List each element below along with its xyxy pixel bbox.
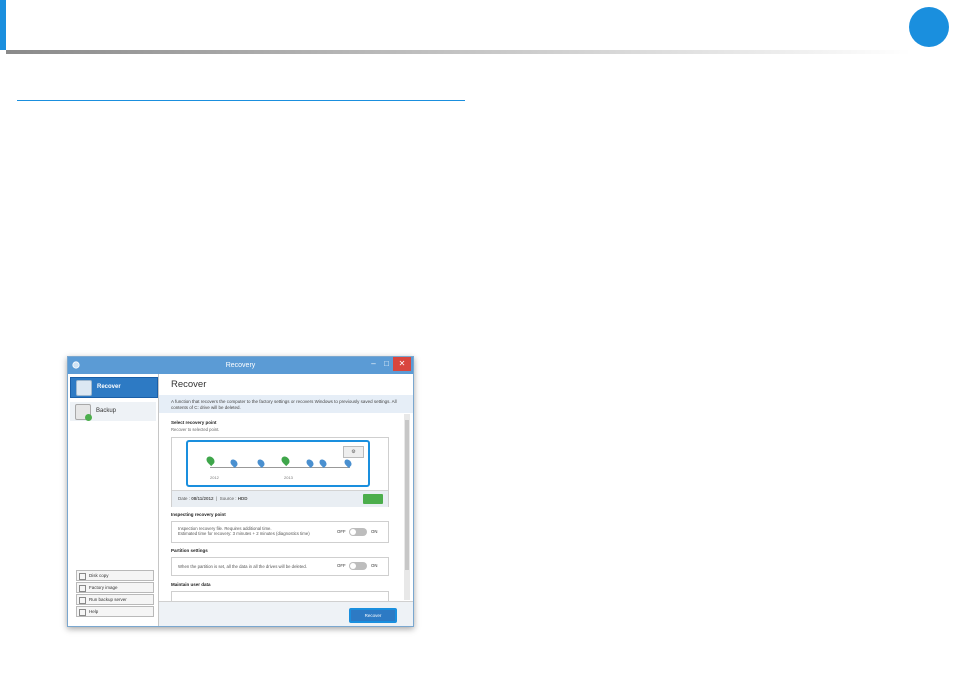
date-info: Date : 08/11/2012 | Source : HDD (178, 496, 248, 501)
inspecting-description: Inspection recovery file. Requires addit… (178, 526, 338, 536)
disk-copy-button[interactable]: Disk copy (76, 570, 154, 581)
inspecting-heading: Inspecting recovery point (171, 512, 226, 517)
sidebar-item-backup[interactable]: Backup (70, 402, 156, 421)
disk-copy-icon (79, 573, 86, 580)
page-title: Recover (171, 379, 207, 390)
sidebar: Recover Backup Disk copy Factory image R… (68, 374, 159, 626)
timeline-axis (210, 467, 350, 468)
partition-heading: Partition settings (171, 548, 208, 553)
zoom-icon: ⚙ (351, 449, 356, 455)
factory-image-label: Factory image (89, 585, 118, 590)
main-panel: Recover A function that recovers the com… (159, 374, 413, 626)
help-label: Help (89, 609, 99, 614)
scrollbar[interactable] (404, 414, 410, 600)
action-bar: Recover (159, 601, 413, 626)
partition-panel: When the partition is set, all the data … (171, 557, 389, 576)
recovery-point-heading: Select recovery point (171, 420, 217, 425)
header-accent-bar (0, 0, 6, 50)
window-title: Recovery (225, 362, 256, 369)
maximize-button[interactable]: □ (380, 357, 393, 371)
inspecting-line-2: Estimated time for recovery: 3 minutes +… (178, 531, 310, 537)
sidebar-item-label: Backup (96, 408, 117, 414)
sidebar-item-recover[interactable]: Recover (70, 377, 158, 398)
recovery-window: Recovery – □ ✕ Recover Backup Disk copy … (67, 356, 414, 627)
toggle-switch[interactable] (349, 528, 367, 536)
window-titlebar[interactable]: Recovery – □ ✕ (68, 357, 413, 374)
recover-icon (76, 380, 92, 396)
toggle-on-label: ON (371, 563, 378, 568)
factory-image-button[interactable]: Factory image (76, 582, 154, 593)
help-button[interactable]: Help (76, 606, 154, 617)
page-badge (909, 7, 949, 47)
partition-description: When the partition is set, all the data … (178, 564, 307, 569)
section-rule (17, 100, 465, 101)
recovery-point-details: Date : 08/11/2012 | Source : HDD (172, 490, 388, 507)
maintain-heading: Maintain user data (171, 582, 211, 587)
recovery-timeline-panel: ⚙ 2012 2013 Date : 08/11/2012 | Source :… (171, 437, 389, 507)
source-value: HDD (237, 496, 248, 501)
year-label: 2012 (210, 475, 219, 480)
toggle-switch[interactable] (349, 562, 367, 570)
run-backup-server-button[interactable]: Run backup server (76, 594, 154, 605)
source-label: Source : (219, 496, 237, 501)
run-backup-server-label: Run backup server (89, 597, 127, 602)
factory-image-icon (79, 585, 86, 592)
minimize-button[interactable]: – (367, 357, 380, 371)
description-band: A function that recovers the computer to… (159, 395, 413, 413)
app-icon (72, 361, 80, 369)
description-text: A function that recovers the computer to… (171, 399, 397, 410)
disk-copy-label: Disk copy (89, 573, 109, 578)
recovery-point-subtitle: Recover to selected point. (171, 427, 220, 432)
recover-button[interactable]: Recover (349, 608, 397, 623)
date-value: 08/11/2012 (191, 496, 214, 501)
close-button[interactable]: ✕ (393, 357, 411, 371)
timeline-zoom-button[interactable]: ⚙ (343, 446, 364, 458)
backup-server-icon (79, 597, 86, 604)
backup-icon (75, 404, 92, 421)
help-icon (79, 609, 86, 616)
date-label: Date : (178, 496, 191, 501)
header-divider (6, 50, 911, 54)
confirm-point-button[interactable] (363, 494, 383, 504)
toggle-off-label: OFF (337, 529, 346, 534)
year-label: 2013 (284, 475, 293, 480)
toggle-off-label: OFF (337, 563, 346, 568)
sidebar-item-label: Recover (97, 384, 121, 390)
scrollbar-thumb[interactable] (405, 420, 409, 570)
toggle-on-label: ON (371, 529, 378, 534)
inspecting-panel: Inspection recovery file. Requires addit… (171, 521, 389, 543)
